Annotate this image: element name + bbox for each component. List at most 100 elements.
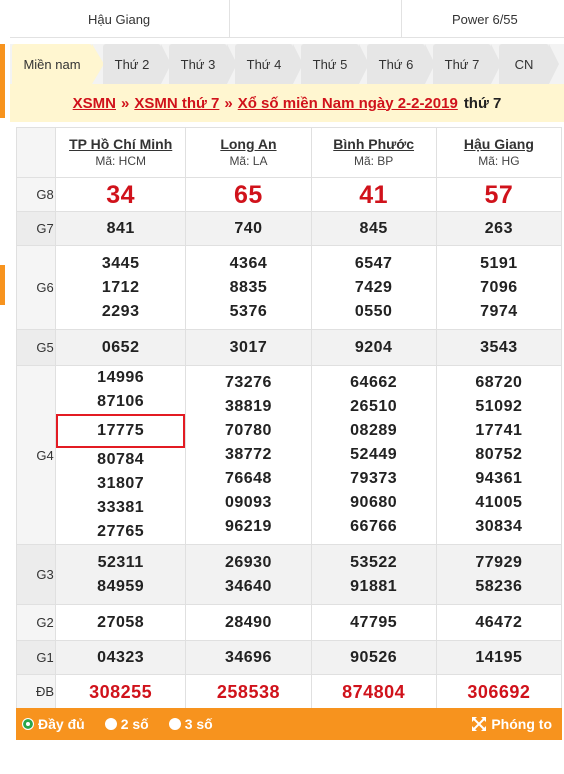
prize-value-group: 64662 26510 08289 52449 79373 90680 6676… (310, 365, 437, 545)
prize-value: 14195 (435, 640, 563, 675)
prize-row-g1: G1 04323 34696 90526 14195 (16, 640, 563, 675)
prize-value: 26930 (224, 553, 272, 571)
prize-label: G5 (16, 329, 56, 366)
prize-value: 0550 (354, 302, 393, 320)
prize-value: 7096 (480, 278, 518, 296)
prize-value: 57 (435, 177, 563, 212)
prize-value: 740 (185, 211, 312, 246)
tab-thu-6[interactable]: Thứ 6 (367, 44, 435, 84)
province-link[interactable]: Hậu Giang (437, 136, 561, 153)
option-3-digits[interactable]: 3 số (168, 716, 213, 732)
prize-value: 7974 (480, 302, 518, 320)
option-label: Đầy đủ (38, 716, 85, 732)
breadcrumb-link-xsmn[interactable]: XSMN (73, 95, 116, 112)
prize-value: 47795 (310, 604, 437, 641)
prize-row-g7: G7 841 740 845 263 (16, 211, 563, 246)
prize-value: 2293 (101, 302, 140, 320)
prize-value-group: 73276 38819 70780 38772 76648 09093 9621… (185, 365, 312, 545)
prize-value: 845 (310, 211, 437, 246)
prize-value: 76648 (224, 470, 272, 487)
breadcrumb-day: thứ 7 (463, 94, 502, 112)
prize-value: 90526 (310, 640, 437, 675)
prize-value: 6547 (354, 254, 393, 272)
tab-mien-nam[interactable]: Miền nam (12, 44, 104, 84)
tab-thu-4[interactable]: Thứ 4 (235, 44, 303, 84)
prize-value: 26510 (350, 398, 398, 415)
display-options-bar: Đầy đủ 2 số 3 số Phóng to (16, 708, 562, 740)
prize-value: 14996 (97, 369, 145, 386)
prize-label: ĐB (16, 674, 56, 709)
province-code: Mã: HCM (95, 154, 146, 168)
prize-value: 79373 (350, 470, 398, 487)
prize-value: 38819 (224, 398, 272, 415)
prize-value: 5376 (229, 302, 268, 320)
prize-value: 3445 (101, 254, 140, 272)
prize-value: 34 (54, 177, 187, 212)
prize-value: 84959 (97, 577, 145, 595)
province-code: Mã: HG (478, 154, 520, 168)
prize-label: G8 (16, 177, 56, 212)
radio-icon[interactable] (104, 718, 117, 730)
option-2-digits[interactable]: 2 số (104, 716, 149, 732)
prize-row-g2: G2 27058 28490 47795 46472 (16, 604, 563, 641)
prize-value-group: 14996 87106 17775 80784 31807 33381 2776… (54, 365, 187, 545)
prize-value: 27765 (97, 523, 145, 540)
highlight-box: 17775 (56, 414, 186, 448)
jackpot-value: 308255 (54, 674, 187, 709)
prize-row-db: ĐB 308255 258538 874804 306692 (16, 674, 563, 709)
prize-value: 4364 (229, 254, 268, 272)
prize-value: 64662 (350, 374, 398, 391)
province-link[interactable]: Long An (186, 136, 310, 153)
left-accent-strip (0, 265, 5, 305)
prize-value: 08289 (350, 422, 398, 439)
prize-value-group: 5191 7096 7974 (435, 245, 563, 330)
breadcrumb-link-date[interactable]: Xổ số miền Nam ngày 2-2-2019 (238, 95, 458, 112)
prize-value: 41 (310, 177, 437, 212)
breadcrumb-link-xsmn-thu-7[interactable]: XSMN thứ 7 (134, 95, 219, 112)
prize-value: 41005 (475, 494, 523, 511)
prize-value: 65 (185, 177, 312, 212)
prize-value-group: 77929 58236 (435, 544, 563, 605)
prize-value: 52449 (350, 446, 398, 463)
prize-value: 58236 (475, 577, 523, 595)
prize-value-group: 6547 7429 0550 (310, 245, 437, 330)
prize-value: 8835 (229, 278, 268, 296)
topbar-province-link[interactable]: Hậu Giang (10, 0, 230, 38)
prize-row-g5: G5 0652 3017 9204 3543 (16, 329, 563, 366)
option-full[interactable]: Đầy đủ (22, 716, 85, 732)
province-link[interactable]: TP Hồ Chí Minh (56, 136, 185, 153)
tab-thu-2[interactable]: Thứ 2 (103, 44, 171, 84)
jackpot-value: 874804 (310, 674, 437, 709)
zoom-button[interactable]: Phóng to (471, 716, 552, 732)
tab-cn[interactable]: CN (499, 44, 559, 84)
prize-value: 31807 (97, 475, 145, 492)
province-col-hcm: TP Hồ Chí Minh Mã: HCM (54, 127, 187, 178)
prize-value: 80784 (97, 451, 145, 468)
zoom-label: Phóng to (491, 716, 552, 732)
radio-icon[interactable] (168, 718, 181, 730)
prize-label: G3 (16, 544, 56, 605)
tab-thu-3[interactable]: Thứ 3 (169, 44, 237, 84)
prize-value: 53522 (350, 553, 398, 571)
tab-thu-7[interactable]: Thứ 7 (433, 44, 501, 84)
highlighted-prize-value: 17775 (56, 414, 186, 448)
prize-row-g8: G8 34 65 41 57 (16, 177, 563, 212)
prize-value-group: 3445 1712 2293 (54, 245, 187, 330)
prize-value: 34696 (185, 640, 312, 675)
radio-selected-icon[interactable] (22, 718, 34, 730)
province-link[interactable]: Bình Phước (312, 136, 436, 153)
tab-thu-5[interactable]: Thứ 5 (301, 44, 369, 84)
header-blank-cell (16, 127, 56, 178)
prize-value: 70780 (224, 422, 272, 439)
province-code: Mã: LA (229, 154, 268, 168)
prize-value-group: 52311 84959 (54, 544, 187, 605)
breadcrumb-separator: » (120, 94, 130, 112)
expand-arrows-icon (472, 717, 487, 731)
prize-row-g4: G4 14996 87106 17775 80784 31807 33381 2… (16, 365, 563, 545)
prize-row-g6: G6 3445 1712 2293 4364 8835 5376 6547 74… (16, 245, 563, 330)
prize-value: 87106 (97, 393, 145, 410)
topbar-power-link[interactable]: Power 6/55 (402, 0, 564, 38)
option-label: 2 số (120, 716, 149, 732)
prize-value: 38772 (224, 446, 272, 463)
day-tabs: Miền nam Thứ 2 Thứ 3 Thứ 4 Thứ 5 Thứ 6 T… (10, 44, 564, 84)
